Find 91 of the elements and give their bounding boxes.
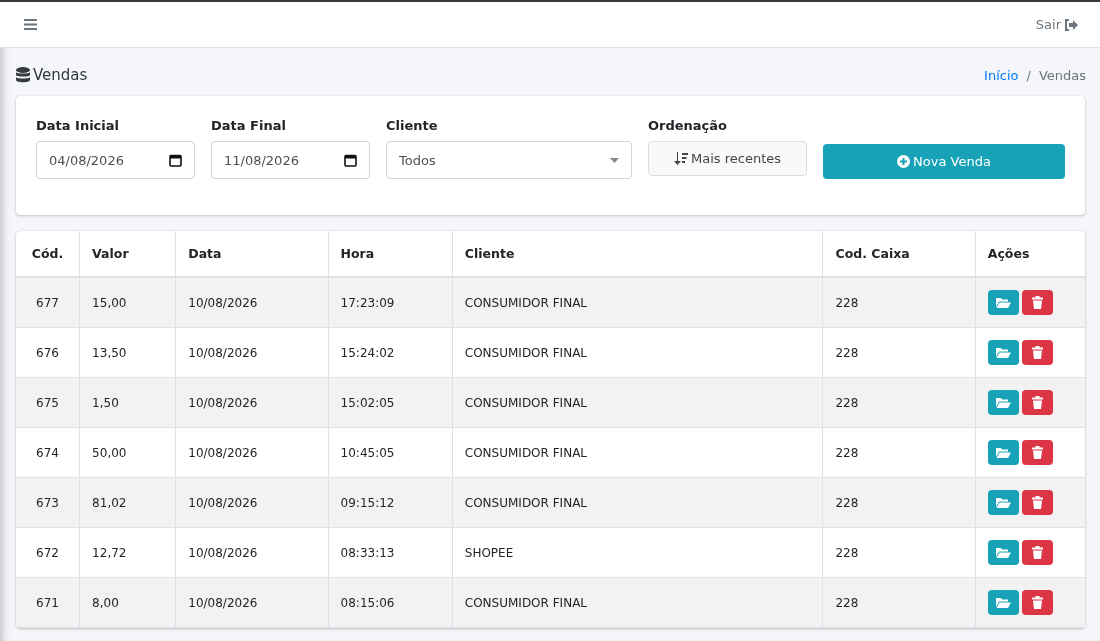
open-button[interactable] bbox=[987, 340, 1019, 365]
database-icon bbox=[16, 67, 30, 83]
open-button[interactable] bbox=[987, 540, 1019, 565]
date-field[interactable]: 11/08/2026 bbox=[211, 141, 370, 179]
logout-icon bbox=[1064, 18, 1078, 31]
trash-icon bbox=[1031, 296, 1043, 309]
table-cell: 08:15:06 bbox=[328, 577, 453, 628]
table-cell: 673 bbox=[16, 477, 80, 528]
breadcrumb-separator: / bbox=[1026, 67, 1031, 83]
open-button[interactable] bbox=[987, 440, 1019, 465]
page-title: Vendas bbox=[33, 66, 88, 84]
table-cell: 672 bbox=[16, 527, 80, 578]
table-cell: 09:15:12 bbox=[328, 477, 453, 528]
delete-button[interactable] bbox=[1021, 440, 1053, 465]
table-cell: 675 bbox=[16, 377, 80, 428]
table-cell: CONSUMIDOR FINAL bbox=[452, 477, 823, 528]
open-button[interactable] bbox=[987, 490, 1019, 515]
menu-icon[interactable] bbox=[24, 19, 37, 30]
open-button[interactable] bbox=[987, 290, 1019, 315]
delete-button[interactable] bbox=[1021, 490, 1053, 515]
folder-icon bbox=[995, 347, 1011, 358]
trash-icon bbox=[1031, 346, 1043, 359]
table-cell: 08:33:13 bbox=[328, 527, 453, 578]
table-cell: 1,50 bbox=[79, 377, 176, 428]
table-cell: 228 bbox=[822, 577, 976, 628]
table-cell: 10/08/2026 bbox=[175, 327, 329, 378]
table-cell: 10/08/2026 bbox=[175, 377, 329, 428]
calendar-icon bbox=[344, 153, 357, 167]
folder-icon bbox=[995, 497, 1011, 508]
table-cell: 228 bbox=[822, 427, 976, 478]
table-cell: 15:24:02 bbox=[328, 327, 453, 378]
field-label: Cliente bbox=[386, 118, 439, 133]
table-cell: 10:45:05 bbox=[328, 427, 453, 478]
folder-icon bbox=[995, 597, 1011, 608]
plus-circle-icon bbox=[897, 155, 911, 168]
table-cell: 228 bbox=[822, 377, 976, 428]
table-cell: CONSUMIDOR FINAL bbox=[452, 327, 823, 378]
table-cell: 10/08/2026 bbox=[175, 577, 329, 628]
folder-icon bbox=[995, 397, 1011, 408]
table-cell: CONSUMIDOR FINAL bbox=[452, 277, 823, 328]
delete-button[interactable] bbox=[1021, 290, 1053, 315]
trash-icon bbox=[1031, 496, 1043, 509]
table-cell: 228 bbox=[822, 327, 976, 378]
table-cell: 10/08/2026 bbox=[175, 277, 329, 328]
trash-icon bbox=[1031, 546, 1043, 559]
table-cell: 676 bbox=[16, 327, 80, 378]
table-cell: 228 bbox=[822, 527, 976, 578]
table-cell: 228 bbox=[822, 277, 976, 328]
table-cell: 10/08/2026 bbox=[175, 477, 329, 528]
logout-button[interactable]: Sair bbox=[1035, 17, 1078, 32]
sort-button[interactable]: Mais recentes bbox=[648, 141, 807, 176]
date-field[interactable]: 04/08/2026 bbox=[36, 141, 195, 179]
field-label: Data Inicial bbox=[36, 118, 120, 133]
delete-button[interactable] bbox=[1021, 540, 1053, 565]
trash-icon bbox=[1031, 446, 1043, 459]
delete-button[interactable] bbox=[1021, 590, 1053, 615]
folder-icon bbox=[995, 297, 1011, 308]
client-select[interactable]: Todos bbox=[386, 141, 632, 179]
caret-icon bbox=[610, 157, 619, 163]
trash-icon bbox=[1031, 596, 1043, 609]
table-cell: 674 bbox=[16, 427, 80, 478]
field-label: Data Final bbox=[211, 118, 287, 133]
breadcrumb-current: Vendas bbox=[1038, 67, 1086, 83]
calendar-icon bbox=[169, 153, 182, 167]
folder-icon bbox=[995, 447, 1011, 458]
folder-icon bbox=[995, 547, 1011, 558]
table-cell: CONSUMIDOR FINAL bbox=[452, 577, 823, 628]
table-cell: 671 bbox=[16, 577, 80, 628]
delete-button[interactable] bbox=[1021, 340, 1053, 365]
table-cell: 677 bbox=[16, 277, 80, 328]
table-cell: 15,00 bbox=[79, 277, 176, 328]
table-cell: SHOPEE bbox=[452, 527, 823, 578]
table-cell: CONSUMIDOR FINAL bbox=[452, 427, 823, 478]
field-label: Ordenação bbox=[648, 118, 729, 133]
table-cell: 81,02 bbox=[79, 477, 176, 528]
table-cell: 50,00 bbox=[79, 427, 176, 478]
table-cell: 10/08/2026 bbox=[175, 527, 329, 578]
table-cell: 13,50 bbox=[79, 327, 176, 378]
delete-button[interactable] bbox=[1021, 390, 1053, 415]
table-cell: 17:23:09 bbox=[328, 277, 453, 328]
table-cell: 228 bbox=[822, 477, 976, 528]
sort-icon bbox=[674, 152, 688, 165]
table-cell: CONSUMIDOR FINAL bbox=[452, 377, 823, 428]
trash-icon bbox=[1031, 396, 1043, 409]
table-cell: 10/08/2026 bbox=[175, 427, 329, 478]
table-cell: 8,00 bbox=[79, 577, 176, 628]
table-cell: 12,72 bbox=[79, 527, 176, 578]
table-cell: 15:02:05 bbox=[328, 377, 453, 428]
breadcrumb-link[interactable]: Início bbox=[984, 67, 1019, 83]
open-button[interactable] bbox=[987, 590, 1019, 615]
open-button[interactable] bbox=[987, 390, 1019, 415]
